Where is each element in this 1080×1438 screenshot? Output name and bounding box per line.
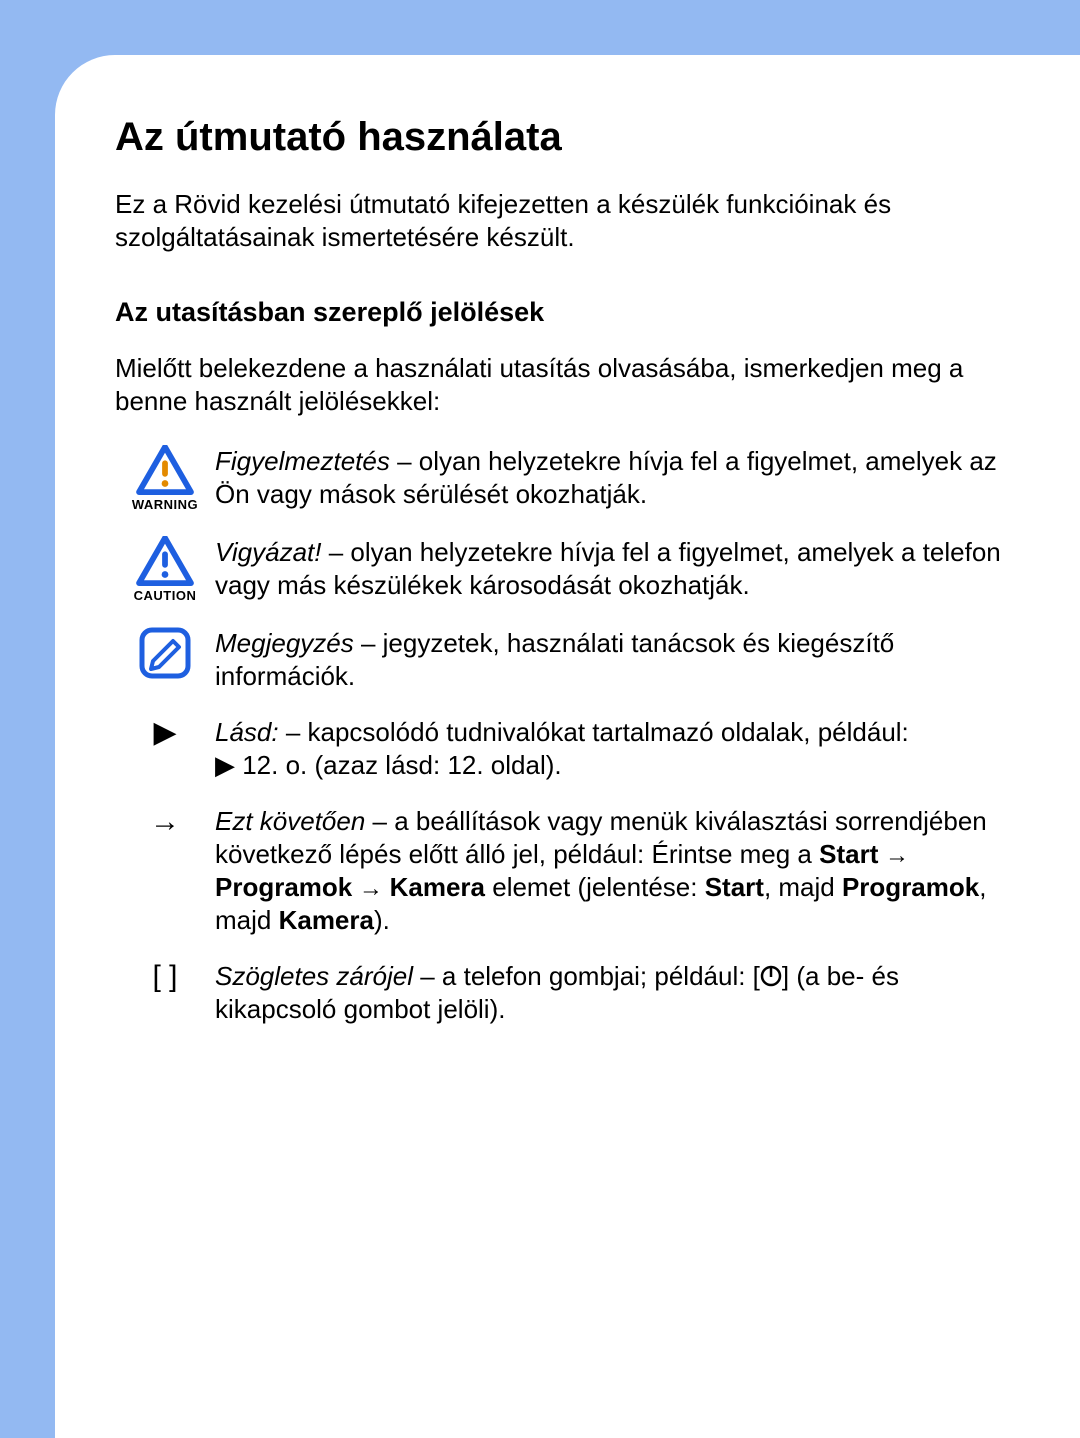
legend-row-caution: CAUTION Vigyázat! – olyan helyzetekre hí… <box>115 536 1020 603</box>
legend-row-then: → Ezt követően – a beállítások vagy menü… <box>115 805 1020 936</box>
then-b4: Start <box>705 872 764 902</box>
note-text: Megjegyzés – jegyzetek, használati tanác… <box>215 627 1020 692</box>
caution-text: Vigyázat! – olyan helyzetekre hívja fel … <box>215 536 1020 601</box>
then-end: ). <box>374 905 390 935</box>
then-b3: Kamera <box>390 872 485 902</box>
then-mid2: , majd <box>764 872 842 902</box>
note-icon <box>139 627 191 679</box>
then-mid1: elemet (jelentése: <box>485 872 705 902</box>
warning-icon-col: WARNING <box>115 445 215 512</box>
bracket-icon-col: [ ] <box>115 960 215 992</box>
caution-icon-col: CAUTION <box>115 536 215 603</box>
note-icon-col <box>115 627 215 679</box>
note-term: Megjegyzés <box>215 628 354 658</box>
then-arrow2: → <box>352 875 389 902</box>
bracket-text: Szögletes zárójel – a telefon gombjai; p… <box>215 960 1020 1025</box>
refer-text: Lásd: – kapcsolódó tudnivalókat tartalma… <box>215 716 1020 781</box>
bracket-term: Szögletes zárójel <box>215 961 413 991</box>
legend-row-bracket: [ ] Szögletes zárójel – a telefon gombja… <box>115 960 1020 1025</box>
caution-desc: – olyan helyzetekre hívja fel a figyelme… <box>215 537 1001 600</box>
warning-icon <box>136 445 194 495</box>
caution-term: Vigyázat! <box>215 537 321 567</box>
then-text: Ezt követően – a beállítások vagy menük … <box>215 805 1020 936</box>
warning-text: Figyelmeztetés – olyan helyzetekre hívja… <box>215 445 1020 510</box>
then-b1: Start <box>819 839 878 869</box>
refer-icon-col: ▶ <box>115 716 215 748</box>
page-title: Az útmutató használata <box>115 115 1020 160</box>
intro-paragraph: Ez a Rövid kezelési útmutató kifejezette… <box>115 188 1020 253</box>
refer-example: ▶ 12. o. (azaz lásd: 12. oldal). <box>215 750 562 780</box>
refer-term: Lásd: <box>215 717 279 747</box>
document-page: Az útmutató használata Ez a Rövid kezelé… <box>55 55 1080 1438</box>
brackets-icon: [ ] <box>115 960 215 992</box>
then-b5: Programok <box>842 872 979 902</box>
then-term: Ezt követően <box>215 806 365 836</box>
section-lead: Mielőtt belekezdene a használati utasítá… <box>115 352 1020 417</box>
then-b2: Programok <box>215 872 352 902</box>
then-arrow1: → <box>878 842 909 869</box>
legend-row-warning: WARNING Figyelmeztetés – olyan helyzetek… <box>115 445 1020 512</box>
bracket-pre: – a telefon gombjai; például: [ <box>413 961 760 991</box>
power-icon <box>760 965 782 987</box>
arrow-right-icon: → <box>115 805 215 837</box>
warning-term: Figyelmeztetés <box>215 446 390 476</box>
legend-row-note: Megjegyzés – jegyzetek, használati tanác… <box>115 627 1020 692</box>
triangle-right-icon: ▶ <box>115 716 215 748</box>
then-icon-col: → <box>115 805 215 837</box>
legend-row-refer: ▶ Lásd: – kapcsolódó tudnivalókat tartal… <box>115 716 1020 781</box>
then-b6: Kamera <box>279 905 374 935</box>
section-heading: Az utasításban szereplő jelölések <box>115 297 1020 328</box>
refer-desc: – kapcsolódó tudnivalókat tartalmazó old… <box>279 717 909 747</box>
caution-icon <box>136 536 194 586</box>
caution-label: CAUTION <box>134 588 197 603</box>
warning-label: WARNING <box>132 497 198 512</box>
